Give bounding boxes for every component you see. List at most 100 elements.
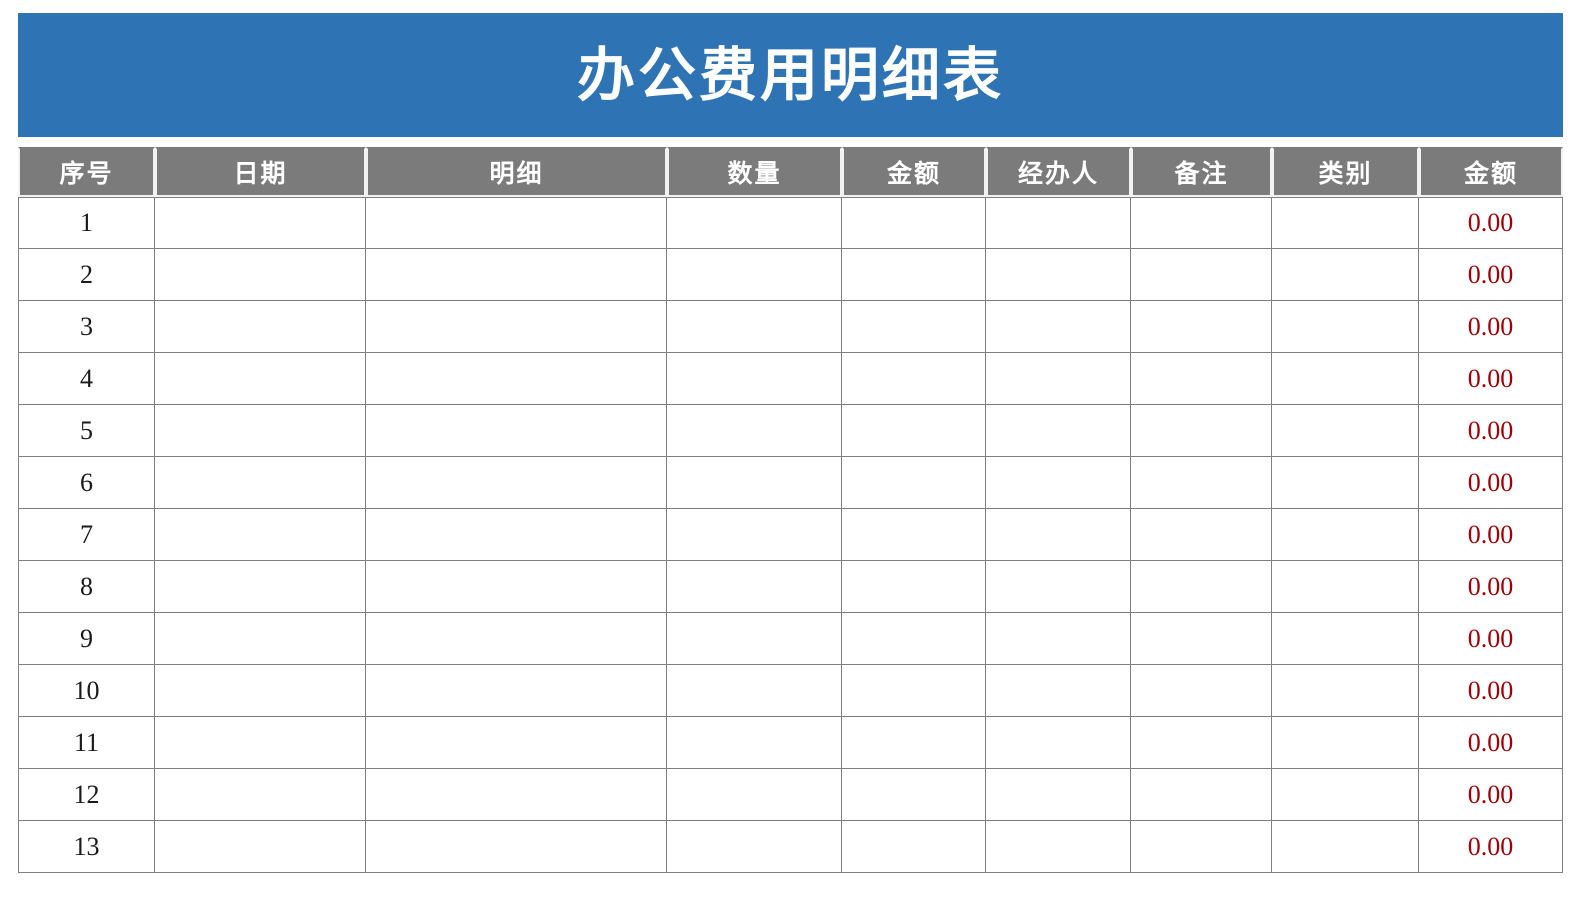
cell-category[interactable] bbox=[1272, 405, 1419, 457]
cell-detail[interactable] bbox=[366, 353, 667, 405]
cell-total[interactable]: 0.00 bbox=[1419, 665, 1563, 717]
cell-handler[interactable] bbox=[986, 769, 1131, 821]
cell-amount[interactable] bbox=[842, 665, 986, 717]
cell-index[interactable]: 2 bbox=[18, 249, 155, 301]
cell-quantity[interactable] bbox=[667, 457, 842, 509]
cell-handler[interactable] bbox=[986, 665, 1131, 717]
cell-detail[interactable] bbox=[366, 717, 667, 769]
cell-detail[interactable] bbox=[366, 821, 667, 873]
cell-quantity[interactable] bbox=[667, 509, 842, 561]
cell-index[interactable]: 10 bbox=[18, 665, 155, 717]
cell-remark[interactable] bbox=[1131, 249, 1272, 301]
cell-remark[interactable] bbox=[1131, 353, 1272, 405]
cell-index[interactable]: 4 bbox=[18, 353, 155, 405]
cell-index[interactable]: 1 bbox=[18, 197, 155, 249]
cell-detail[interactable] bbox=[366, 457, 667, 509]
cell-handler[interactable] bbox=[986, 613, 1131, 665]
cell-remark[interactable] bbox=[1131, 769, 1272, 821]
cell-category[interactable] bbox=[1272, 353, 1419, 405]
cell-total[interactable]: 0.00 bbox=[1419, 405, 1563, 457]
cell-total[interactable]: 0.00 bbox=[1419, 353, 1563, 405]
cell-index[interactable]: 11 bbox=[18, 717, 155, 769]
cell-remark[interactable] bbox=[1131, 301, 1272, 353]
cell-total[interactable]: 0.00 bbox=[1419, 717, 1563, 769]
cell-total[interactable]: 0.00 bbox=[1419, 769, 1563, 821]
cell-index[interactable]: 5 bbox=[18, 405, 155, 457]
cell-quantity[interactable] bbox=[667, 353, 842, 405]
cell-handler[interactable] bbox=[986, 353, 1131, 405]
cell-detail[interactable] bbox=[366, 509, 667, 561]
cell-category[interactable] bbox=[1272, 197, 1419, 249]
cell-total[interactable]: 0.00 bbox=[1419, 249, 1563, 301]
cell-quantity[interactable] bbox=[667, 769, 842, 821]
column-header-quantity[interactable]: 数量 bbox=[667, 147, 842, 197]
cell-quantity[interactable] bbox=[667, 197, 842, 249]
cell-amount[interactable] bbox=[842, 457, 986, 509]
cell-amount[interactable] bbox=[842, 509, 986, 561]
cell-amount[interactable] bbox=[842, 717, 986, 769]
cell-handler[interactable] bbox=[986, 561, 1131, 613]
cell-date[interactable] bbox=[155, 821, 366, 873]
cell-amount[interactable] bbox=[842, 197, 986, 249]
cell-date[interactable] bbox=[155, 717, 366, 769]
cell-category[interactable] bbox=[1272, 665, 1419, 717]
cell-category[interactable] bbox=[1272, 249, 1419, 301]
column-header-index[interactable]: 序号 bbox=[18, 147, 155, 197]
cell-category[interactable] bbox=[1272, 769, 1419, 821]
cell-index[interactable]: 8 bbox=[18, 561, 155, 613]
cell-detail[interactable] bbox=[366, 249, 667, 301]
cell-handler[interactable] bbox=[986, 249, 1131, 301]
cell-index[interactable]: 9 bbox=[18, 613, 155, 665]
cell-total[interactable]: 0.00 bbox=[1419, 197, 1563, 249]
cell-date[interactable] bbox=[155, 353, 366, 405]
cell-date[interactable] bbox=[155, 249, 366, 301]
cell-index[interactable]: 13 bbox=[18, 821, 155, 873]
cell-detail[interactable] bbox=[366, 561, 667, 613]
cell-detail[interactable] bbox=[366, 769, 667, 821]
column-header-total[interactable]: 金额 bbox=[1419, 147, 1563, 197]
cell-detail[interactable] bbox=[366, 613, 667, 665]
cell-amount[interactable] bbox=[842, 301, 986, 353]
cell-date[interactable] bbox=[155, 457, 366, 509]
cell-detail[interactable] bbox=[366, 301, 667, 353]
cell-total[interactable]: 0.00 bbox=[1419, 301, 1563, 353]
cell-date[interactable] bbox=[155, 665, 366, 717]
cell-date[interactable] bbox=[155, 769, 366, 821]
column-header-handler[interactable]: 经办人 bbox=[986, 147, 1131, 197]
cell-date[interactable] bbox=[155, 301, 366, 353]
cell-quantity[interactable] bbox=[667, 717, 842, 769]
cell-remark[interactable] bbox=[1131, 197, 1272, 249]
cell-total[interactable]: 0.00 bbox=[1419, 613, 1563, 665]
cell-index[interactable]: 12 bbox=[18, 769, 155, 821]
cell-total[interactable]: 0.00 bbox=[1419, 561, 1563, 613]
cell-remark[interactable] bbox=[1131, 509, 1272, 561]
cell-handler[interactable] bbox=[986, 509, 1131, 561]
cell-detail[interactable] bbox=[366, 665, 667, 717]
column-header-detail[interactable]: 明细 bbox=[366, 147, 667, 197]
cell-remark[interactable] bbox=[1131, 561, 1272, 613]
cell-amount[interactable] bbox=[842, 353, 986, 405]
cell-category[interactable] bbox=[1272, 457, 1419, 509]
cell-category[interactable] bbox=[1272, 301, 1419, 353]
cell-quantity[interactable] bbox=[667, 665, 842, 717]
cell-index[interactable]: 6 bbox=[18, 457, 155, 509]
column-header-remark[interactable]: 备注 bbox=[1131, 147, 1272, 197]
cell-amount[interactable] bbox=[842, 769, 986, 821]
cell-date[interactable] bbox=[155, 197, 366, 249]
cell-detail[interactable] bbox=[366, 405, 667, 457]
cell-total[interactable]: 0.00 bbox=[1419, 457, 1563, 509]
cell-category[interactable] bbox=[1272, 613, 1419, 665]
cell-remark[interactable] bbox=[1131, 457, 1272, 509]
cell-detail[interactable] bbox=[366, 197, 667, 249]
cell-handler[interactable] bbox=[986, 301, 1131, 353]
cell-category[interactable] bbox=[1272, 717, 1419, 769]
cell-date[interactable] bbox=[155, 613, 366, 665]
cell-index[interactable]: 7 bbox=[18, 509, 155, 561]
cell-total[interactable]: 0.00 bbox=[1419, 509, 1563, 561]
column-header-amount[interactable]: 金额 bbox=[842, 147, 986, 197]
cell-category[interactable] bbox=[1272, 821, 1419, 873]
cell-remark[interactable] bbox=[1131, 613, 1272, 665]
cell-handler[interactable] bbox=[986, 405, 1131, 457]
cell-handler[interactable] bbox=[986, 457, 1131, 509]
cell-handler[interactable] bbox=[986, 717, 1131, 769]
